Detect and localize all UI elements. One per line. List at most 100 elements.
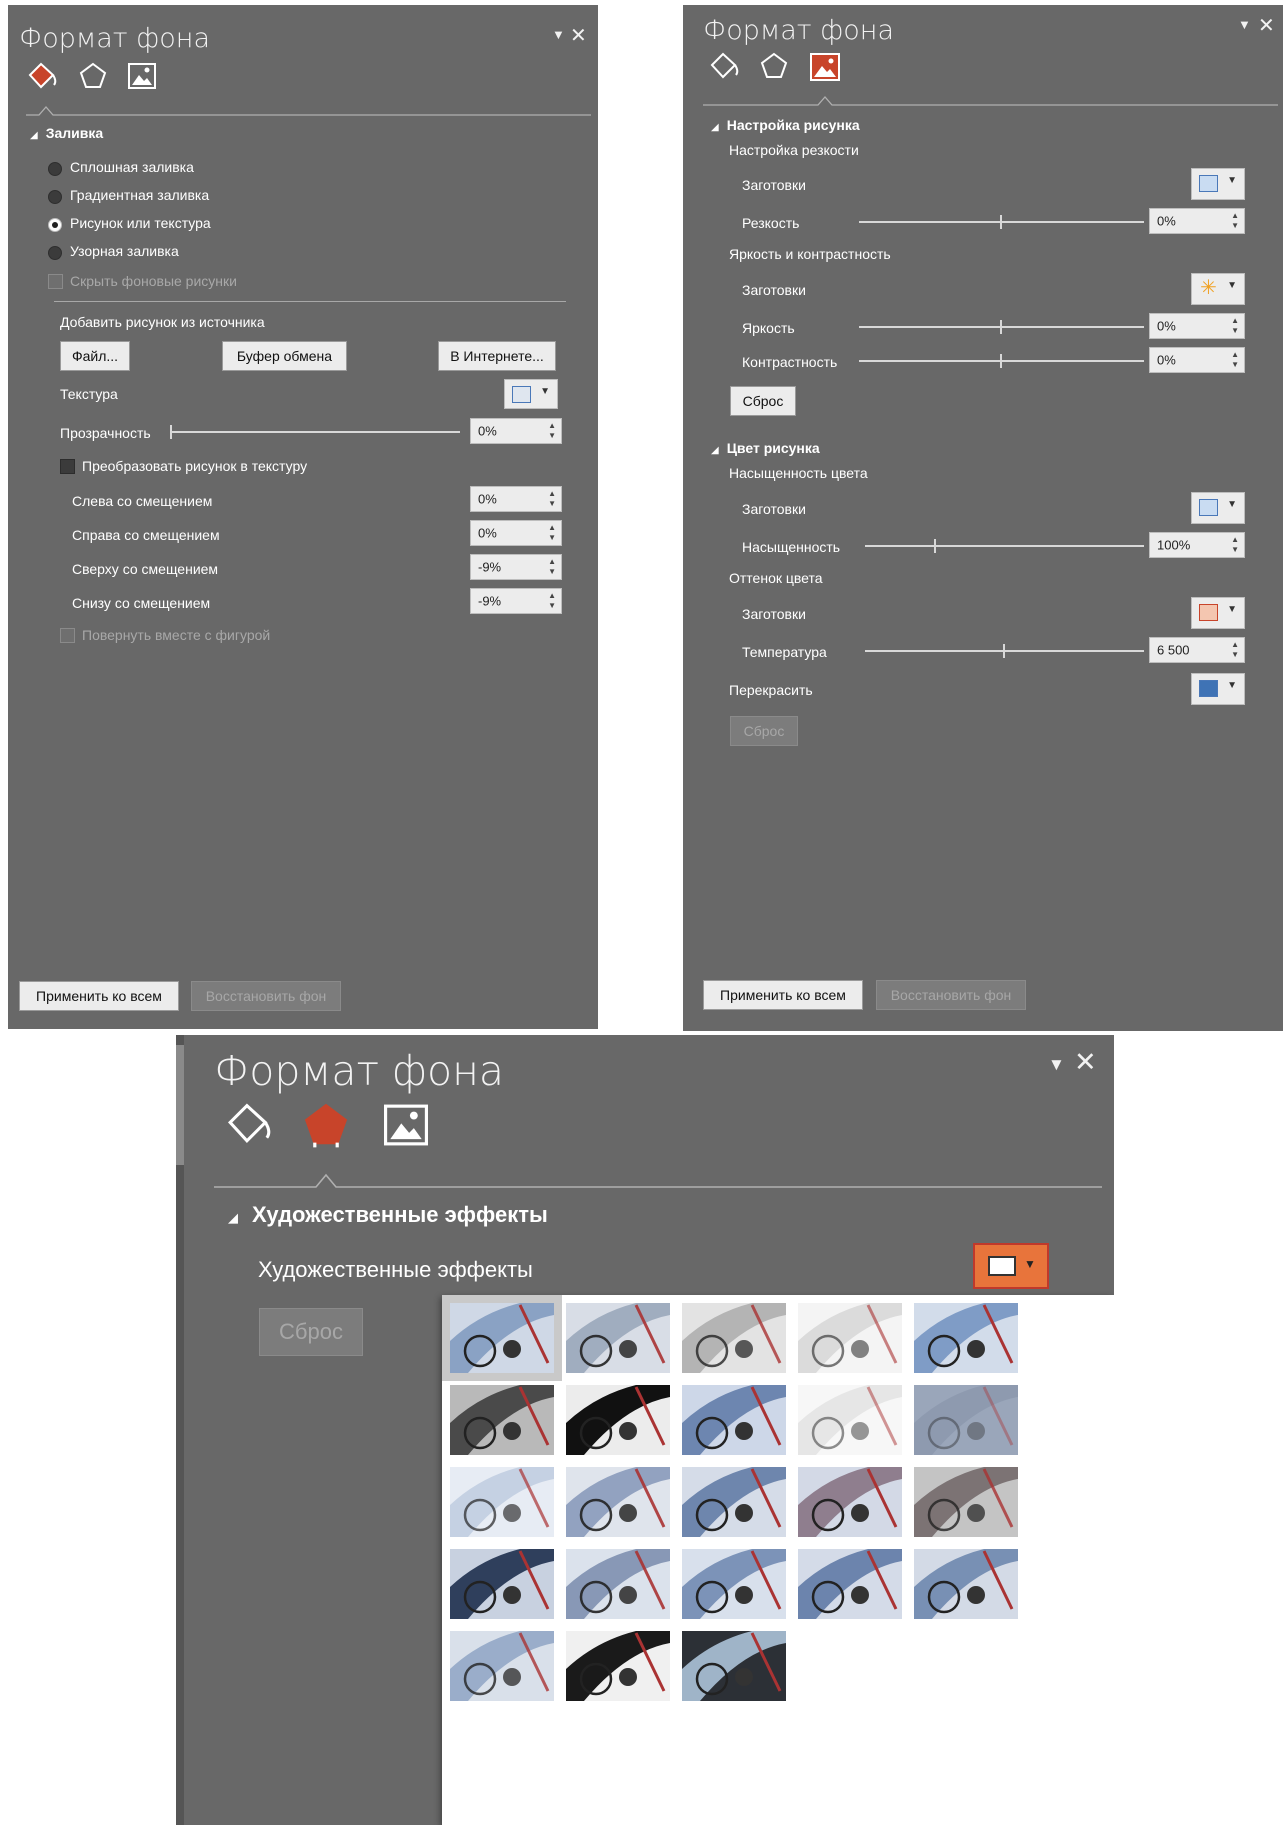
effect-thumbnail[interactable] [566,1631,670,1701]
color-section-header[interactable]: ◢ Цвет рисунка [711,440,820,456]
transparency-spinner[interactable]: 0% ▲ ▼ [470,418,562,444]
pane-options-dropdown[interactable]: ▼ [1238,17,1251,32]
effect-thumbnail[interactable] [450,1385,554,1455]
brightness-label: Яркость [742,320,795,336]
fill-tab-icon[interactable] [708,51,742,86]
sharpness-presets-label: Заготовки [742,177,806,193]
online-button[interactable]: В Интернете... [438,341,556,371]
effect-thumbnail[interactable] [566,1467,670,1537]
slider-thumb[interactable] [170,425,172,439]
tone-presets-dropdown[interactable]: ▼ [1191,597,1245,629]
effect-thumbnail[interactable] [566,1385,670,1455]
brightness-presets-dropdown[interactable]: ✳ ▼ [1191,273,1245,305]
effects-preview-icon [988,1256,1016,1276]
picture-tab-icon[interactable] [384,1104,428,1151]
contrast-slider[interactable] [859,354,1144,368]
pane-options-dropdown[interactable]: ▼ [552,27,565,42]
radio-picture-fill[interactable] [48,218,62,232]
texture-dropdown[interactable]: ▼ [504,379,558,409]
offset-right-spinner[interactable]: 0% ▲ ▼ [470,520,562,546]
slider-thumb[interactable] [1003,644,1005,658]
preset-icon [1199,175,1218,192]
effect-thumbnail[interactable] [682,1303,786,1373]
picture-tab-icon[interactable] [810,53,840,86]
radio-gradient-fill[interactable] [48,190,62,204]
effects-section-header[interactable]: ◢ Художественные эффекты [228,1202,548,1228]
effect-thumbnail[interactable] [798,1385,902,1455]
effect-thumbnail[interactable] [914,1385,1018,1455]
picture-tab-icon[interactable] [128,63,156,94]
brightness-spinner[interactable]: 0% ▲ ▼ [1149,313,1245,339]
radio-solid-fill[interactable] [48,162,62,176]
effect-thumbnail[interactable] [798,1549,902,1619]
contrast-spinner[interactable]: 0% ▲ ▼ [1149,347,1245,373]
clipboard-button[interactable]: Буфер обмена [222,341,347,371]
reset-background-button[interactable]: Восстановить фон [876,980,1026,1010]
offset-bottom-spinner[interactable]: -9% ▲ ▼ [470,588,562,614]
fill-tab-icon[interactable] [26,61,60,96]
effect-thumbnail[interactable] [450,1631,554,1701]
effect-thumbnail[interactable] [798,1303,902,1373]
saturation-slider[interactable] [865,539,1144,553]
scrollbar-thumb[interactable] [176,1045,184,1165]
close-icon[interactable]: ✕ [1258,13,1275,38]
effect-thumbnail[interactable] [566,1303,670,1373]
effect-thumbnail[interactable] [798,1467,902,1537]
effects-dropdown[interactable]: ▼ [973,1243,1049,1289]
effect-thumbnail[interactable] [682,1631,786,1701]
sharpness-spinner[interactable]: 0% ▲ ▼ [1149,208,1245,234]
rotate-with-shape-label: Повернуть вместе с фигурой [82,627,271,643]
offset-left-spinner[interactable]: 0% ▲ ▼ [470,486,562,512]
effect-thumbnail[interactable] [566,1549,670,1619]
effect-thumbnail[interactable] [914,1549,1018,1619]
effects-tab-icon[interactable] [302,1101,350,1154]
effect-thumbnail[interactable] [914,1303,1018,1373]
effect-thumbnail[interactable] [450,1549,554,1619]
tile-checkbox[interactable] [60,459,75,474]
saturation-presets-dropdown[interactable]: ▼ [1191,492,1245,524]
close-icon[interactable]: ✕ [1074,1047,1097,1078]
offset-left-label: Слева со смещением [72,493,213,509]
pane-title: Формат фона [214,1047,505,1095]
transparency-slider[interactable] [170,425,460,439]
slider-thumb[interactable] [1000,354,1002,368]
fill-section-header[interactable]: ◢ Заливка [30,125,103,141]
correction-section-header[interactable]: ◢ Настройка рисунка [711,117,860,133]
effect-thumbnail[interactable] [450,1467,554,1537]
effect-thumbnail[interactable] [682,1549,786,1619]
effects-reset-button[interactable]: Сброс [259,1308,363,1356]
apply-to-all-button[interactable]: Применить ко всем [19,981,179,1011]
hide-bg-checkbox[interactable] [48,274,63,289]
sharpness-slider[interactable] [859,215,1144,229]
offset-top-spinner[interactable]: -9% ▲ ▼ [470,554,562,580]
close-icon[interactable]: ✕ [570,23,587,48]
saturation-spinner[interactable]: 100% ▲ ▼ [1149,532,1245,558]
sharpness-presets-dropdown[interactable]: ▼ [1191,168,1245,200]
brightness-slider[interactable] [859,320,1144,334]
rotate-with-shape-checkbox[interactable] [60,628,75,643]
effects-tab-icon[interactable] [759,51,789,86]
temperature-spinner[interactable]: 6 500 ▲ ▼ [1149,637,1245,663]
effect-thumbnail[interactable] [914,1467,1018,1537]
temperature-slider[interactable] [865,644,1144,658]
tab-separator [703,96,1278,106]
effect-thumbnail[interactable] [682,1385,786,1455]
chevron-down-icon: ▼ [1024,1257,1036,1271]
effect-thumbnail[interactable] [442,1295,562,1381]
file-button[interactable]: Файл... [60,341,130,371]
reset-background-button[interactable]: Восстановить фон [191,981,341,1011]
fill-tab-icon[interactable] [224,1101,276,1152]
correction-reset-button[interactable]: Сброс [730,386,796,416]
effects-tab-icon[interactable] [78,61,108,96]
apply-to-all-button[interactable]: Применить ко всем [703,980,863,1010]
slider-thumb[interactable] [1000,320,1002,334]
tone-presets-label: Заготовки [742,606,806,622]
color-reset-button[interactable]: Сброс [730,716,798,746]
pane-title: Формат фона [703,15,894,46]
slider-thumb[interactable] [1000,215,1002,229]
slider-thumb[interactable] [934,539,936,553]
pane-options-dropdown[interactable]: ▼ [1048,1055,1065,1075]
recolor-dropdown[interactable]: ▼ [1191,673,1245,705]
radio-pattern-fill[interactable] [48,246,62,260]
effect-thumbnail[interactable] [682,1467,786,1537]
